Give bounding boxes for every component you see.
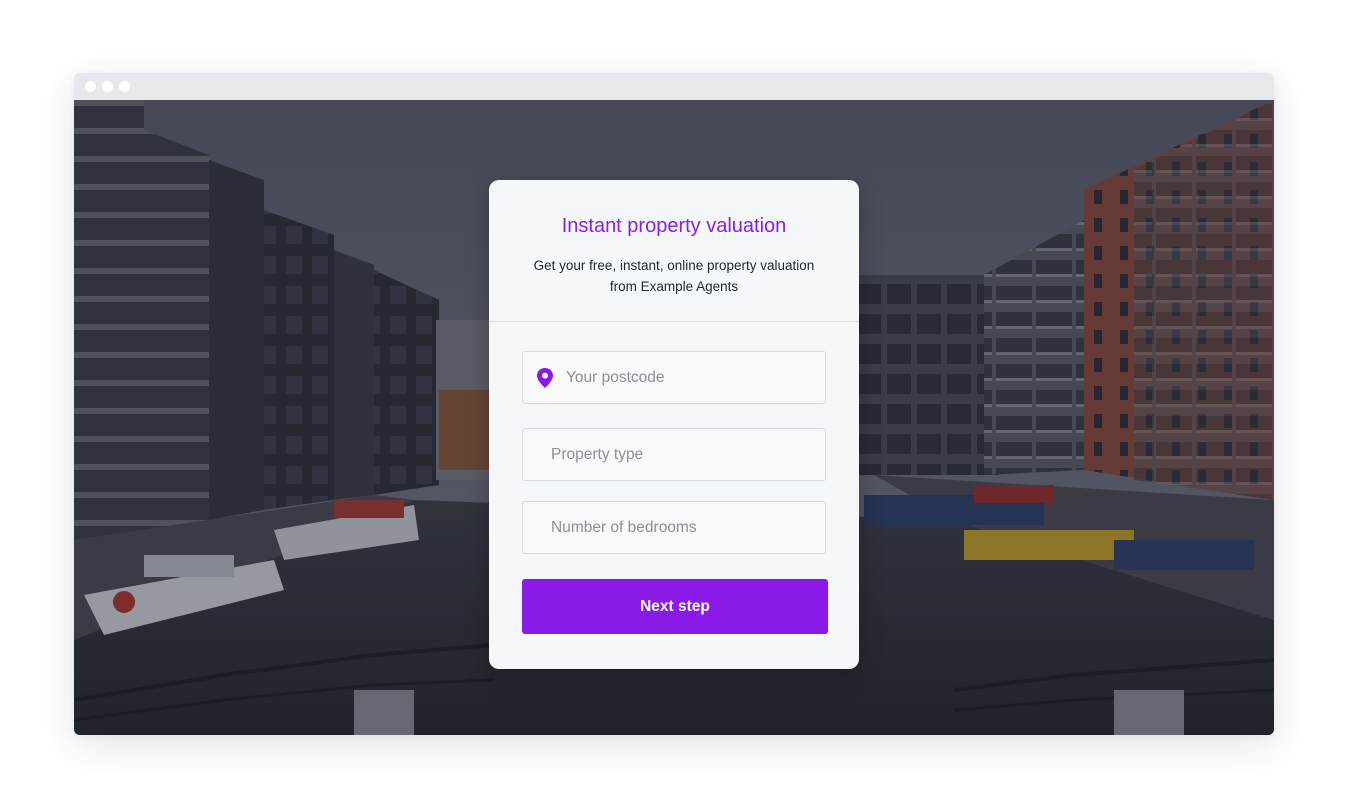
card-subtitle: Get your free, instant, online property … [509,255,839,297]
card-title: Instant property valuation [561,215,787,237]
card-header: Instant property valuation Get your free… [489,180,859,322]
browser-window: Instant property valuation Get your free… [74,73,1274,735]
postcode-field[interactable] [522,351,826,404]
browser-titlebar [74,73,1274,100]
property-type-field[interactable] [522,428,826,481]
hero-section: Instant property valuation Get your free… [74,100,1274,735]
window-dot-maximize[interactable] [119,81,130,92]
property-type-input[interactable] [523,429,825,480]
bedrooms-field[interactable] [522,501,826,554]
postcode-input[interactable] [523,352,825,403]
card-subtitle-line-1: Get your free, instant, online property … [533,258,815,273]
next-step-button[interactable]: Next step [522,579,828,634]
window-dot-close[interactable] [85,81,96,92]
valuation-card: Instant property valuation Get your free… [489,180,859,669]
bedrooms-input[interactable] [523,502,825,553]
window-dot-minimize[interactable] [102,81,113,92]
card-subtitle-line-2: from Example Agents [609,279,739,294]
